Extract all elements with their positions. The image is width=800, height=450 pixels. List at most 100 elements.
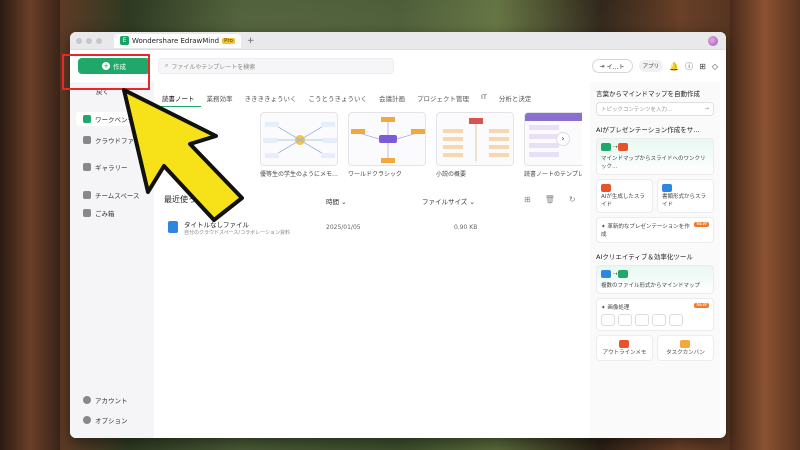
workbench-icon xyxy=(83,115,91,123)
background-tree-right xyxy=(730,0,800,450)
search-icon: ⌕ xyxy=(165,62,169,69)
card-label: 複数のファイル形式からマインドマップ xyxy=(601,283,701,289)
image-tool-icon[interactable] xyxy=(601,314,615,326)
file-icon xyxy=(168,221,178,233)
image-tool-icons xyxy=(601,314,709,326)
gallery-icon xyxy=(83,163,91,171)
topic-input[interactable]: トピックコンテンツを入力… → xyxy=(596,102,714,116)
mindmap-thumbnail-icon xyxy=(525,113,582,157)
toolbar-right: ⇥ イ…ト アプリ 🔔 ⓘ ⊞ ◇ xyxy=(591,59,718,73)
shirt-icon[interactable]: ◇ xyxy=(712,62,718,71)
tab-higher-education[interactable]: こうとうきょういく xyxy=(303,90,374,107)
image-tool-icon[interactable] xyxy=(635,314,649,326)
sidebar-item-label: ワークベンチ xyxy=(95,116,134,124)
arrow-right-icon[interactable]: → xyxy=(704,106,709,112)
import-icon: ⇥ xyxy=(599,62,605,70)
sidebar-item-account[interactable]: アカウント xyxy=(76,393,150,407)
search-placeholder: ファイルやテンプレートを検索 xyxy=(171,63,256,71)
task-kanban-card[interactable]: タスクカンバン xyxy=(657,335,714,361)
tab-project[interactable]: プロジェクト管理 xyxy=(411,90,475,107)
template-card[interactable]: ワールドクラシック xyxy=(348,112,426,178)
chevron-right-icon[interactable]: › xyxy=(556,132,570,146)
grid-view-icon[interactable]: ⊞ xyxy=(524,195,531,204)
new-badge: NEW xyxy=(694,222,709,227)
tab-reading-notes[interactable]: 読書ノート xyxy=(156,90,201,107)
ai-title-mindmap: 言葉からマインドマップを自動作成 xyxy=(596,90,700,98)
minimize-dot[interactable] xyxy=(86,37,92,44)
template-label: 小説の概要 xyxy=(436,171,467,178)
template-card[interactable]: 読書ノートのテンプレ xyxy=(524,112,582,178)
search-input[interactable]: ⌕ ファイルやテンプレートを検索 xyxy=(158,58,394,74)
window-controls[interactable] xyxy=(76,37,102,44)
template-tabs: 読書ノート 業務効率 ききききょういく こうとうきょういく 会議計画 プロジェク… xyxy=(156,90,537,107)
refresh-icon[interactable]: ↻ xyxy=(569,195,576,204)
ai-slides-card[interactable]: AIが生成したスライド xyxy=(596,179,653,213)
card-label: 画像処理 xyxy=(607,305,630,311)
help-icon[interactable]: ⓘ xyxy=(685,61,693,72)
template-list: 優等生の学生のようにメモ… ワールドクラシック 小説の概要 読書ノートのテンプレ xyxy=(260,112,582,178)
back-link[interactable]: 戻く xyxy=(96,86,109,96)
mindmap-to-slides-card[interactable]: ⇢ マインドマップからスライドへのワンクリック… xyxy=(596,138,714,175)
template-card[interactable]: 優等生の学生のようにメモ… xyxy=(260,112,338,178)
card-label: タスクカンバン xyxy=(666,350,705,356)
delete-icon[interactable]: 🗑 xyxy=(545,195,555,204)
slide-tools: AIが生成したスライド 書類形式からスライド xyxy=(596,179,714,213)
image-tool-icon[interactable] xyxy=(618,314,632,326)
bell-icon[interactable]: 🔔 xyxy=(669,62,679,71)
outline-memo-card[interactable]: アウトラインメモ xyxy=(596,335,653,361)
trash-icon xyxy=(83,209,91,217)
create-label: 作成 xyxy=(113,63,126,71)
mindmap-thumbnail-icon xyxy=(351,117,425,163)
column-size[interactable]: ファイルサイズ ⌄ xyxy=(422,196,475,206)
sidebar-item-cloud[interactable]: クラウドファ… xyxy=(76,133,150,147)
slides-icon xyxy=(617,143,628,151)
sidebar-item-teamspace[interactable]: チームスペース xyxy=(76,188,150,202)
template-thumbnail xyxy=(348,112,426,166)
account-icon xyxy=(83,396,91,404)
apps-button[interactable]: アプリ xyxy=(638,60,664,72)
document-icon xyxy=(662,184,672,192)
template-card[interactable]: 小説の概要 xyxy=(436,112,514,178)
app-tab[interactable]: E Wondershare EdrawMind Pro xyxy=(114,33,241,48)
new-tab-icon[interactable]: + xyxy=(247,36,255,46)
toolbar: + 作成 ⌕ ファイルやテンプレートを検索 ⇥ イ…ト アプリ 🔔 ⓘ ⊞ ◇ xyxy=(70,50,726,82)
maximize-dot[interactable] xyxy=(96,37,102,44)
avatar[interactable] xyxy=(708,35,718,46)
template-label: 優等生の学生のようにメモ… xyxy=(260,171,338,178)
card-icons: ⇢ xyxy=(601,270,709,278)
ai-panel: 言葉からマインドマップを自動作成 トピックコンテンツを入力… → AIがプレゼン… xyxy=(590,82,720,438)
template-thumbnail xyxy=(260,112,338,166)
card-label: 書類形式からスライド xyxy=(662,194,707,208)
sidebar-item-workbench[interactable]: ワークベンチ xyxy=(76,112,150,126)
tab-analysis[interactable]: 分析と決定 xyxy=(493,90,538,107)
doc-to-slides-card[interactable]: 書類形式からスライド xyxy=(657,179,714,213)
template-thumbnail xyxy=(524,112,582,166)
table-row[interactable]: タイトルなしファイル 自分のクラウドスペース/コラボレーション資料 2025/0… xyxy=(162,216,582,238)
create-button[interactable]: + 作成 xyxy=(78,58,150,74)
tab-it[interactable]: IT xyxy=(475,90,493,107)
multi-format-card[interactable]: ⇢ 複数のファイル形式からマインドマップ xyxy=(596,265,714,294)
view-controls: ⊞ 🗑 ↻ xyxy=(524,195,576,204)
team-icon xyxy=(83,191,91,199)
image-tool-icon[interactable] xyxy=(669,314,683,326)
tab-kids-education[interactable]: ききききょういく xyxy=(239,90,303,107)
sidebar-item-gallery[interactable]: ギャラリー xyxy=(76,160,150,174)
mindmap-icon xyxy=(601,143,611,151)
innovative-presentation-card[interactable]: NEW ✦ 革新的なプレゼンテーションを作成 xyxy=(596,217,714,243)
image-processing-card[interactable]: NEW ✦ 画像処理 xyxy=(596,298,714,331)
import-button[interactable]: ⇥ イ…ト xyxy=(591,59,633,73)
tab-meeting[interactable]: 会議計画 xyxy=(373,90,411,107)
slides-icon xyxy=(601,184,611,192)
close-dot[interactable] xyxy=(76,37,82,44)
grid-icon[interactable]: ⊞ xyxy=(699,62,706,71)
image-tool-icon[interactable] xyxy=(652,314,666,326)
template-thumbnail xyxy=(436,112,514,166)
sidebar-item-trash[interactable]: ごみ箱 xyxy=(76,206,150,220)
file-date: 2025/01/05 xyxy=(326,223,361,231)
background-tree-left xyxy=(0,0,60,450)
sidebar-item-options[interactable]: オプション xyxy=(76,413,150,427)
tab-efficiency[interactable]: 業務効率 xyxy=(201,90,239,107)
card-label: AIが生成したスライド xyxy=(601,194,645,208)
mindmap-icon xyxy=(617,270,628,278)
column-time[interactable]: 時間 ⌄ xyxy=(326,196,347,206)
